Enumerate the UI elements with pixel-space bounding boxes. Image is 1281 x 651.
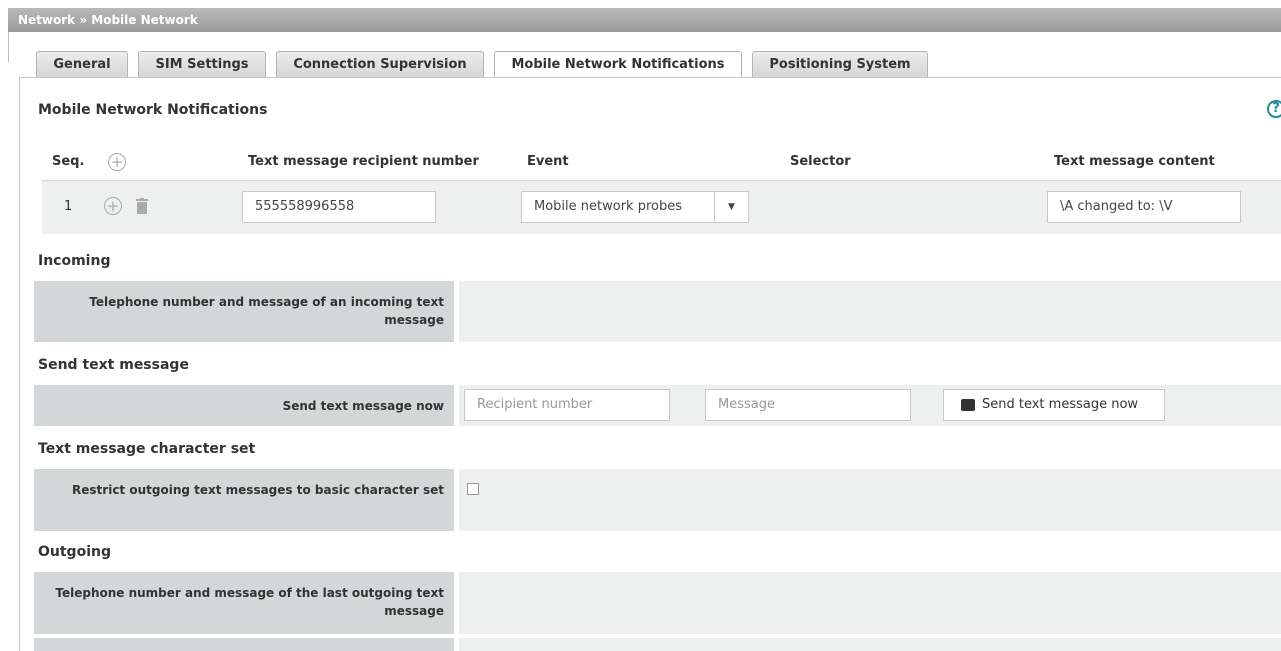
tab-connection-supervision[interactable]: Connection Supervision [276, 51, 484, 78]
add-row-plus-icon[interactable]: + [108, 153, 126, 171]
outgoing-value [459, 572, 1281, 634]
table-row: 1 + 555558996558 Mobile network probes ▼… [42, 180, 1281, 234]
tab-general[interactable]: General [36, 51, 128, 78]
tab-sim-settings[interactable]: SIM Settings [138, 51, 266, 78]
tab-mobile-network-notifications[interactable]: Mobile Network Notifications [494, 51, 742, 79]
send-text-message-button[interactable]: Send text message now [943, 389, 1165, 421]
header-seq: Seq. [52, 154, 85, 169]
section-send: Send text message [38, 357, 189, 373]
section-incoming: Incoming [38, 253, 111, 269]
tab-bar: General SIM Settings Connection Supervis… [36, 51, 938, 79]
incoming-label: Telephone number and message of an incom… [34, 281, 454, 342]
charset-value [459, 469, 1281, 531]
row-charset: Restrict outgoing text messages to basic… [34, 469, 1281, 531]
breadcrumb: Network » Mobile Network [8, 8, 1281, 32]
message-icon [961, 399, 975, 411]
left-divider [8, 32, 9, 62]
event-select[interactable]: Mobile network probes ▼ [521, 191, 749, 223]
send-value: Recipient number Message Send text messa… [459, 385, 1281, 426]
row-outgoing: Telephone number and message of the last… [34, 572, 1281, 634]
next-label [34, 638, 454, 651]
send-label: Send text message now [34, 385, 454, 426]
section-outgoing: Outgoing [38, 544, 111, 560]
recipient-number-field[interactable]: 555558996558 [242, 191, 436, 223]
tab-positioning-system[interactable]: Positioning System [752, 51, 928, 78]
header-selector: Selector [790, 154, 851, 169]
header-event: Event [527, 154, 569, 169]
table-header: Seq. + Text message recipient number Eve… [38, 148, 1281, 180]
charset-label: Restrict outgoing text messages to basic… [34, 469, 454, 531]
section-charset: Text message character set [38, 441, 256, 457]
content-panel: Mobile Network Notifications ? Seq. + Te… [19, 77, 1281, 651]
incoming-value [459, 281, 1281, 342]
row-incoming: Telephone number and message of an incom… [34, 281, 1281, 342]
row-seq: 1 [64, 199, 73, 214]
message-content-field[interactable]: \A changed to: \V [1047, 191, 1241, 223]
recipient-number-input[interactable]: Recipient number [464, 389, 670, 421]
outgoing-label: Telephone number and message of the last… [34, 572, 454, 634]
header-content: Text message content [1054, 154, 1215, 169]
row-send: Send text message now Recipient number M… [34, 385, 1281, 426]
help-icon[interactable]: ? [1267, 100, 1281, 118]
header-recipient: Text message recipient number [248, 154, 479, 169]
chevron-down-icon: ▼ [714, 192, 748, 222]
next-value [459, 638, 1281, 651]
trash-icon[interactable] [136, 198, 148, 214]
restrict-charset-checkbox[interactable] [467, 483, 479, 495]
row-next [34, 638, 1281, 651]
insert-row-plus-icon[interactable]: + [104, 197, 122, 215]
event-select-value: Mobile network probes [534, 199, 682, 214]
message-input[interactable]: Message [705, 389, 911, 421]
page-title: Mobile Network Notifications [38, 102, 268, 118]
send-button-label: Send text message now [982, 397, 1139, 412]
